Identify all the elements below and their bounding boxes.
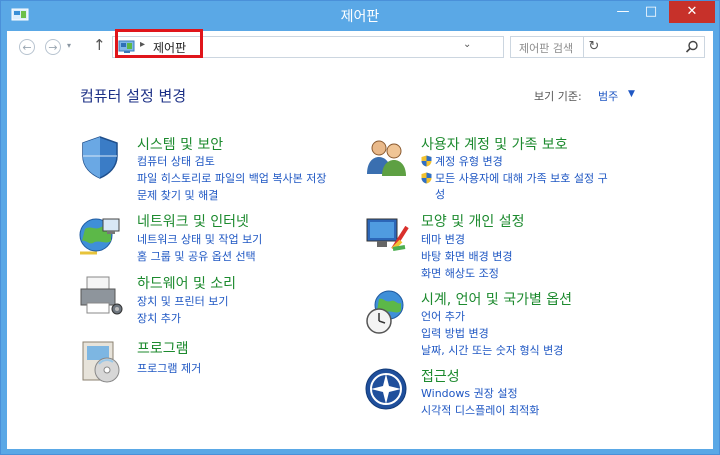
navigation-bar: ← → ▾ ↑ ▸ 제어판 ⌄ ↻ 제어판 검색 xyxy=(7,29,713,63)
category-title-network[interactable]: 네트워크 및 인터넷 xyxy=(137,211,249,231)
ease-of-access-icon[interactable] xyxy=(363,366,409,412)
appearance-icon[interactable] xyxy=(363,211,409,257)
category-title-hardware[interactable]: 하드웨어 및 소리 xyxy=(137,273,236,293)
link-add-device[interactable]: 장치 추가 xyxy=(137,310,181,326)
title-bar[interactable]: 제어판 — □ ✕ xyxy=(1,1,719,31)
address-dropdown-icon[interactable]: ⌄ xyxy=(463,39,471,50)
close-button[interactable]: ✕ xyxy=(669,1,715,23)
category-title-programs[interactable]: 프로그램 xyxy=(137,338,189,358)
users-icon[interactable] xyxy=(363,134,409,180)
view-by-label: 보기 기준: xyxy=(534,90,582,103)
search-placeholder[interactable]: 제어판 검색 xyxy=(519,40,573,56)
window-frame-right xyxy=(713,31,719,454)
link-adjust-resolution[interactable]: 화면 해상도 조정 xyxy=(421,265,499,281)
forward-button[interactable]: → xyxy=(45,39,61,55)
category-title-system[interactable]: 시스템 및 보안 xyxy=(137,134,223,154)
link-devices-printers[interactable]: 장치 및 프린터 보기 xyxy=(137,293,228,309)
link-family-safety[interactable]: 모든 사용자에 대해 가족 보호 설정 구 xyxy=(435,170,608,186)
network-icon[interactable] xyxy=(77,211,123,257)
address-highlight-box xyxy=(115,29,203,58)
printer-icon[interactable] xyxy=(77,273,123,319)
search-box[interactable]: 제어판 검색 xyxy=(510,36,705,58)
link-change-desktop-background[interactable]: 바탕 화면 배경 변경 xyxy=(421,248,512,264)
link-troubleshoot[interactable]: 문제 찾기 및 해결 xyxy=(137,187,218,203)
link-network-status[interactable]: 네트워크 상태 및 작업 보기 xyxy=(137,231,262,247)
up-button[interactable]: ↑ xyxy=(93,36,106,54)
link-add-language[interactable]: 언어 추가 xyxy=(421,308,465,324)
window-frame-left xyxy=(1,31,7,454)
link-family-safety-cont[interactable]: 성 xyxy=(435,186,445,202)
view-by-dropdown[interactable]: 범주 xyxy=(598,88,618,104)
back-button[interactable]: ← xyxy=(19,39,35,55)
programs-icon[interactable] xyxy=(77,338,123,384)
minimize-button[interactable]: — xyxy=(609,1,637,23)
shield-icon[interactable] xyxy=(77,134,123,180)
clock-globe-icon[interactable] xyxy=(363,289,409,335)
link-change-input-method[interactable]: 입력 방법 변경 xyxy=(421,325,489,341)
search-icon[interactable] xyxy=(685,40,699,54)
control-panel-window: 제어판 — □ ✕ ← → ▾ ↑ ▸ 제어판 ⌄ ↻ 제어판 검색 컴퓨터 설… xyxy=(0,0,720,455)
category-title-clock[interactable]: 시계, 언어 및 국가별 옵션 xyxy=(421,289,572,309)
view-by-caret-icon[interactable]: ▼ xyxy=(628,89,635,99)
link-homegroup-sharing[interactable]: 홈 그룹 및 공유 옵션 선택 xyxy=(137,248,256,264)
page-heading: 컴퓨터 설정 변경 xyxy=(80,87,187,105)
maximize-button[interactable]: □ xyxy=(637,1,665,23)
recent-locations-button[interactable]: ▾ xyxy=(67,41,71,50)
link-file-history-backup[interactable]: 파일 히스토리로 파일의 백업 복사본 저장 xyxy=(137,170,327,186)
link-windows-recommended-settings[interactable]: Windows 권장 설정 xyxy=(421,385,518,401)
uac-shield-icon xyxy=(421,155,432,167)
link-review-computer-status[interactable]: 컴퓨터 상태 검토 xyxy=(137,153,215,169)
link-change-account-type[interactable]: 계정 유형 변경 xyxy=(435,153,503,169)
category-title-appearance[interactable]: 모양 및 개인 설정 xyxy=(421,211,525,231)
category-title-ease[interactable]: 접근성 xyxy=(421,366,460,386)
link-change-date-format[interactable]: 날짜, 시간 또는 숫자 형식 변경 xyxy=(421,342,563,358)
uac-shield-icon xyxy=(421,172,432,184)
link-uninstall-program[interactable]: 프로그램 제거 xyxy=(137,360,201,376)
link-change-theme[interactable]: 테마 변경 xyxy=(421,231,465,247)
window-frame-bottom xyxy=(1,449,719,454)
link-optimize-visual-display[interactable]: 시각적 디스플레이 최적화 xyxy=(421,402,539,418)
category-title-user-accounts[interactable]: 사용자 계정 및 가족 보호 xyxy=(421,134,568,154)
